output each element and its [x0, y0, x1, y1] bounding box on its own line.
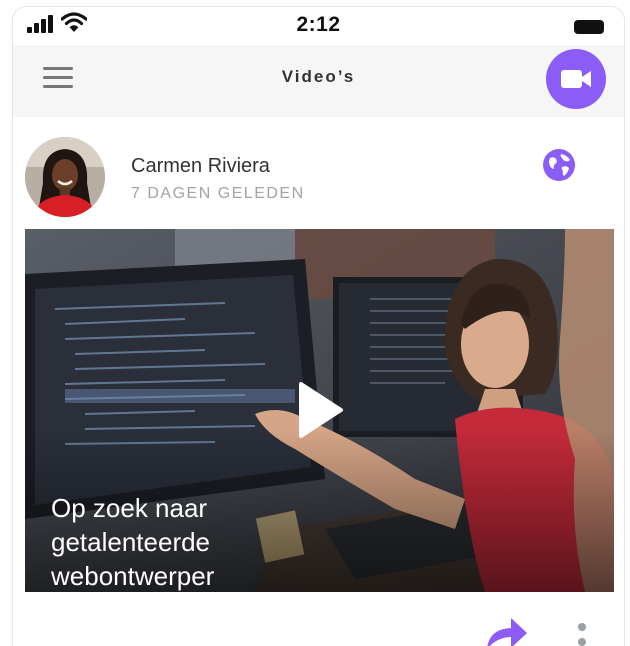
video-title-line: webontwerper — [51, 561, 215, 591]
phone-screen: 2:12 Video’s Carmen Riviera 7 DAGEN GELE… — [12, 6, 625, 646]
share-icon[interactable] — [485, 615, 529, 646]
battery-icon — [574, 20, 604, 34]
play-icon[interactable] — [289, 380, 349, 440]
status-time: 2:12 — [296, 13, 341, 36]
app-header: Video’s — [13, 45, 624, 117]
post-timestamp: 7 DAGEN GELEDEN — [131, 185, 305, 202]
video-title-line: getalenteerde — [51, 527, 211, 557]
status-bar: 2:12 — [13, 7, 624, 45]
video-camera-icon — [561, 70, 591, 88]
video-thumbnail[interactable]: Op zoek naar getalenteerde webontwerper — [25, 229, 614, 592]
page-title: Video’s — [281, 67, 356, 86]
video-title-line: Op zoek naar — [51, 493, 208, 523]
globe-icon[interactable] — [541, 147, 577, 183]
video-title[interactable]: Op zoek naar getalenteerde webontwerper — [51, 491, 351, 592]
video-post: Carmen Riviera 7 DAGEN GELEDEN Op zoek n… — [13, 117, 624, 646]
more-vertical-icon[interactable] — [573, 621, 591, 646]
avatar-image — [25, 137, 105, 217]
record-video-button[interactable] — [546, 49, 606, 109]
author-avatar[interactable] — [25, 137, 105, 217]
author-name[interactable]: Carmen Riviera — [131, 155, 270, 178]
